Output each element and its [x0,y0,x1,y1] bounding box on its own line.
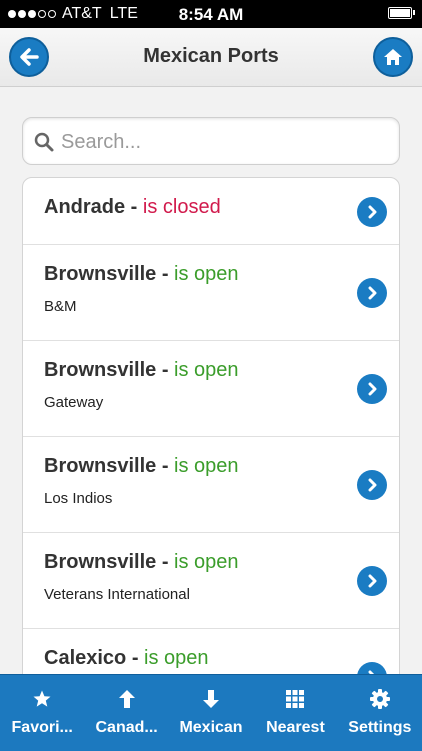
item-title: Andrade - is closed [44,196,221,219]
port-crossing: Veterans International [44,586,190,603]
item-title: Brownsville - is open [44,359,239,382]
chevron-right-icon[interactable] [357,566,387,596]
port-status: is open [144,647,209,669]
item-title: Brownsville - is open [44,455,239,478]
status-time: 8:54 AM [178,5,244,24]
list-item[interactable]: Andrade - is closed [23,178,399,245]
chevron-right-icon[interactable] [357,197,387,227]
item-separator: - [125,196,143,218]
tab-favorites[interactable]: Favori... [0,675,84,751]
gear-icon [369,687,391,711]
item-title: Brownsville - is open [44,263,239,286]
search-box [22,117,400,165]
item-title: Calexico - is open [44,647,209,670]
page-title: Mexican Ports [143,45,279,67]
item-separator: - [156,359,175,381]
port-name: Brownsville [44,359,157,381]
home-icon [384,49,402,65]
battery-icon [388,7,415,19]
status-bar: AT&T LTE 8:54 AM [0,0,422,28]
port-status: is open [174,551,239,573]
search-input[interactable] [59,124,393,160]
port-name: Brownsville [44,551,157,573]
tab-nearest[interactable]: Nearest [253,675,337,751]
search-icon [34,132,54,152]
item-separator: - [156,263,175,285]
item-separator: - [126,647,145,669]
item-separator: - [156,551,175,573]
tab-label: Nearest [266,719,325,736]
item-title: Brownsville - is open [44,551,239,574]
tab-canadian[interactable]: Canad... [84,675,168,751]
arrow-up-icon [117,687,137,711]
port-crossing: B&M [44,298,77,315]
star-icon [32,687,52,711]
port-name: Andrade [44,196,126,218]
list-item[interactable]: Brownsville - is open Gateway [23,341,399,437]
tab-bar: Favori... Canad... Mexican Nearest Setti… [0,674,422,751]
tab-label: Mexican [179,719,243,736]
port-status: is open [174,455,239,477]
arrow-down-icon [201,687,221,711]
port-crossing: Los Indios [44,490,113,507]
home-button[interactable] [373,37,413,77]
tab-settings[interactable]: Settings [338,675,422,751]
port-list: Andrade - is closed Brownsville - is ope… [22,177,400,697]
port-name: Calexico [44,647,127,669]
port-crossing: Gateway [44,394,104,411]
port-status: is open [174,263,239,285]
port-status: is closed [142,196,221,218]
header: Mexican Ports [0,28,422,87]
grid-icon [285,687,305,711]
tab-label: Settings [348,719,412,736]
chevron-right-icon[interactable] [357,278,387,308]
list-item[interactable]: Brownsville - is open Veterans Internati… [23,533,399,629]
list-item[interactable]: Brownsville - is open B&M [23,245,399,341]
tab-label: Canad... [95,719,158,736]
item-separator: - [156,455,175,477]
port-name: Brownsville [44,263,157,285]
tab-label: Favori... [11,719,73,736]
list-item[interactable]: Brownsville - is open Los Indios [23,437,399,533]
chevron-right-icon[interactable] [357,374,387,404]
port-status: is open [174,359,239,381]
chevron-right-icon[interactable] [357,470,387,500]
port-name: Brownsville [44,455,157,477]
tab-mexican[interactable]: Mexican [169,675,253,751]
